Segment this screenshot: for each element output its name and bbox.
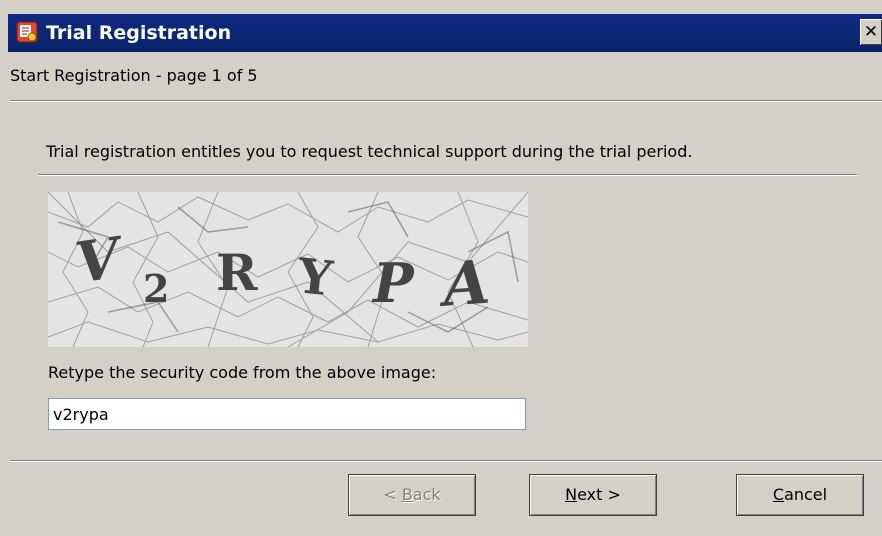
back-button-mnemonic: B bbox=[401, 485, 413, 504]
captcha-char-6: A bbox=[436, 248, 492, 321]
close-button[interactable]: ✕ bbox=[860, 19, 882, 45]
security-code-label: Retype the security code from the above … bbox=[48, 363, 437, 382]
intro-text: Trial registration entitles you to reque… bbox=[46, 142, 693, 161]
back-button-prefix: < bbox=[383, 485, 402, 504]
captcha-char-5: P bbox=[371, 251, 415, 315]
captcha-char-2: 2 bbox=[143, 266, 169, 311]
title-bar[interactable]: Trial Registration ✕ bbox=[8, 14, 882, 52]
page-heading: Start Registration - page 1 of 5 bbox=[10, 66, 258, 85]
next-button-mnemonic: N bbox=[565, 485, 578, 504]
intro-divider bbox=[38, 174, 857, 176]
security-code-input[interactable] bbox=[48, 398, 526, 430]
next-button[interactable]: Next > bbox=[529, 474, 657, 516]
cancel-button[interactable]: Cancel bbox=[736, 474, 864, 516]
captcha-image: V 2 R Y P A bbox=[48, 192, 528, 347]
cancel-button-label: ancel bbox=[784, 485, 828, 504]
window-title: Trial Registration bbox=[46, 22, 232, 44]
back-button[interactable]: < Back bbox=[348, 474, 476, 516]
close-icon: ✕ bbox=[863, 22, 879, 42]
back-button-label: ack bbox=[412, 485, 441, 504]
header-divider bbox=[10, 100, 882, 102]
captcha-char-3: R bbox=[216, 243, 258, 302]
registration-app-icon bbox=[16, 21, 38, 43]
next-button-label: ext > bbox=[577, 485, 621, 504]
captcha-char-4: Y bbox=[294, 248, 336, 307]
footer-divider bbox=[10, 460, 882, 462]
trial-registration-dialog: Trial Registration ✕ Start Registration … bbox=[8, 14, 882, 536]
cancel-button-mnemonic: C bbox=[772, 485, 785, 504]
